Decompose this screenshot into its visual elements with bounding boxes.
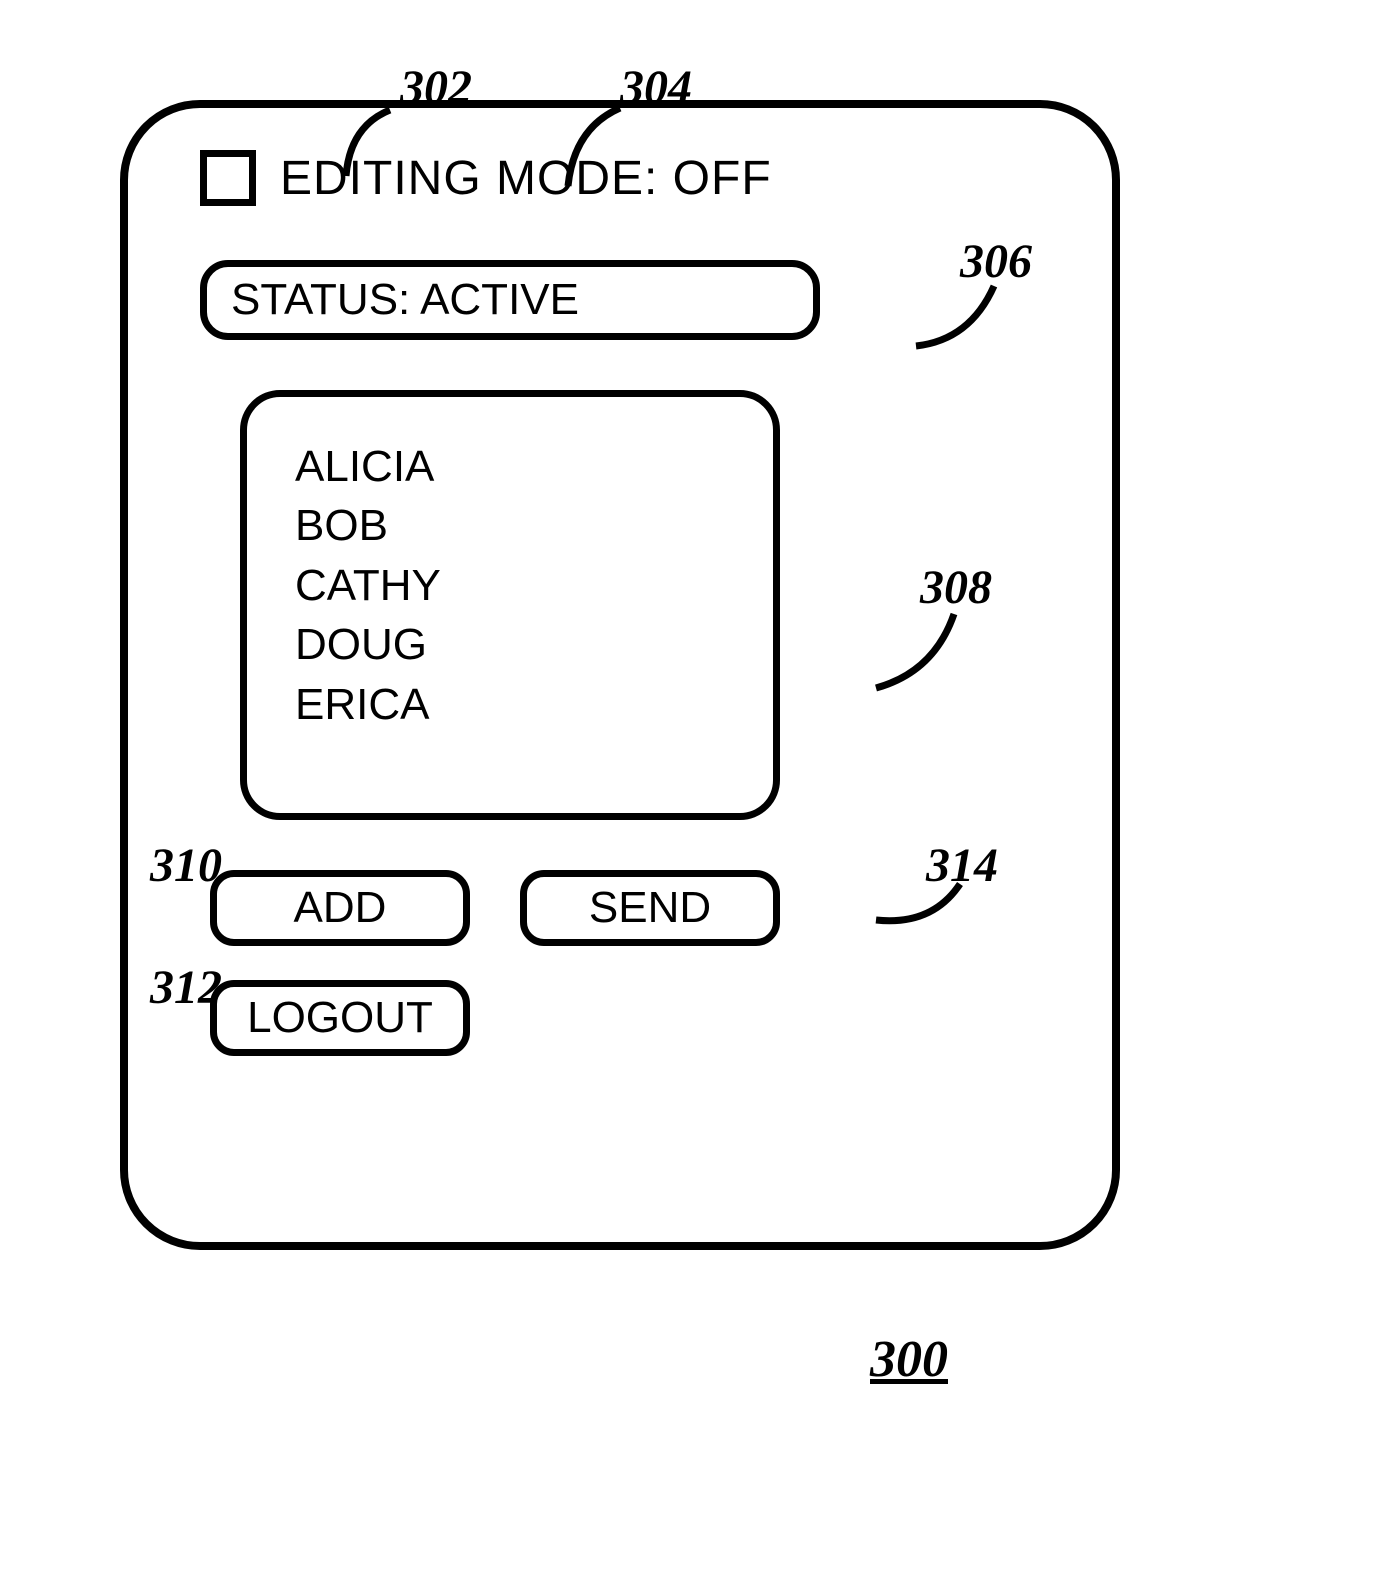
callout-306: 306 — [960, 234, 1032, 289]
editing-mode-checkbox[interactable] — [200, 150, 256, 206]
add-button-label: ADD — [294, 883, 387, 933]
logout-button[interactable]: LOGOUT — [210, 980, 470, 1056]
send-button-label: SEND — [589, 883, 711, 933]
send-button[interactable]: SEND — [520, 870, 780, 946]
callout-314: 314 — [926, 838, 998, 893]
list-item[interactable]: BOB — [295, 496, 725, 555]
list-item[interactable]: CATHY — [295, 556, 725, 615]
list-item[interactable]: ERICA — [295, 675, 725, 734]
list-item[interactable]: DOUG — [295, 615, 725, 674]
callout-304: 304 — [620, 60, 692, 115]
editing-mode-label: EDITING MODE: OFF — [280, 151, 772, 206]
callout-308: 308 — [920, 560, 992, 615]
status-text: STATUS: ACTIVE — [231, 275, 579, 325]
add-button[interactable]: ADD — [210, 870, 470, 946]
contacts-list[interactable]: ALICIA BOB CATHY DOUG ERICA — [240, 390, 780, 820]
logout-button-label: LOGOUT — [247, 993, 433, 1043]
status-display: STATUS: ACTIVE — [200, 260, 820, 340]
callout-302: 302 — [400, 60, 472, 115]
figure-label: 300 — [870, 1330, 948, 1389]
list-item[interactable]: ALICIA — [295, 437, 725, 496]
